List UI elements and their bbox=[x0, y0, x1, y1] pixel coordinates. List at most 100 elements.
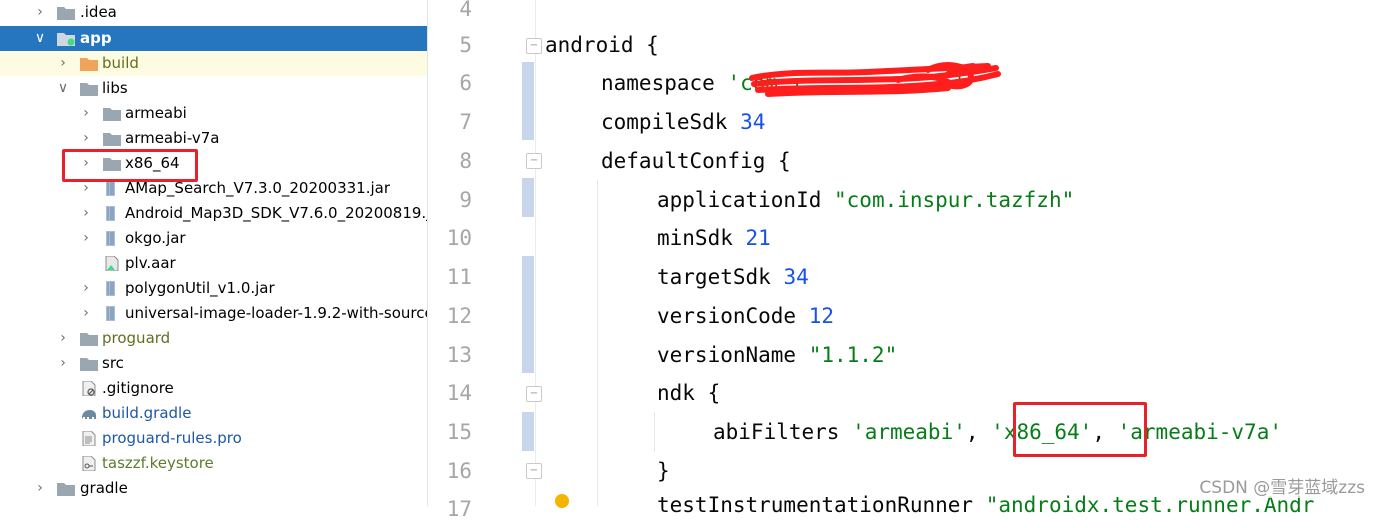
tree-item-app[interactable]: ∨ app bbox=[0, 26, 427, 51]
chevron-down-icon[interactable]: ∨ bbox=[32, 26, 48, 51]
fold-toggle-icon[interactable]: − bbox=[526, 463, 542, 479]
tree-item-keystore[interactable]: taszzf.keystore bbox=[0, 451, 427, 476]
chevron-right-icon[interactable]: › bbox=[78, 226, 94, 251]
code-line-16[interactable]: } bbox=[657, 452, 670, 490]
jar-icon bbox=[106, 231, 115, 246]
chevron-right-icon[interactable]: › bbox=[78, 101, 94, 126]
line-number: 10 bbox=[446, 226, 472, 250]
tree-item-label: src bbox=[102, 354, 124, 372]
tree-item-polygonutil-jar[interactable]: › polygonUtil_v1.0.jar bbox=[0, 276, 427, 301]
highlight-box-x86-filter bbox=[1013, 402, 1147, 457]
jar-icon bbox=[106, 306, 115, 321]
tree-item-build[interactable]: › build bbox=[0, 51, 427, 76]
tree-item-okgo-jar[interactable]: › okgo.jar bbox=[0, 226, 427, 251]
tree-item-armeabi[interactable]: › armeabi bbox=[0, 101, 427, 126]
code-token: namespace bbox=[601, 71, 728, 95]
tree-item-label: armeabi bbox=[125, 104, 187, 122]
code-line-15[interactable]: abiFilters 'armeabi', 'x86_64', 'armeabi… bbox=[713, 413, 1282, 451]
code-token: compileSdk bbox=[601, 110, 741, 134]
tree-item-label: proguard-rules.pro bbox=[102, 429, 242, 447]
highlight-box-x86-folder bbox=[62, 149, 198, 182]
line-number: 9 bbox=[459, 188, 472, 212]
chevron-right-icon[interactable]: › bbox=[32, 0, 48, 25]
tree-item-gitignore[interactable]: .gitignore bbox=[0, 376, 427, 401]
code-token: versionCode bbox=[657, 304, 809, 328]
watermark-text: CSDN @雪芽蓝域zzs bbox=[1197, 473, 1367, 498]
chevron-right-icon[interactable]: › bbox=[78, 201, 94, 226]
orange-folder-icon bbox=[80, 58, 98, 71]
line-number: 14 bbox=[446, 381, 472, 405]
chevron-right-icon[interactable]: › bbox=[78, 276, 94, 301]
chevron-right-icon[interactable]: › bbox=[55, 351, 71, 376]
code-token: } bbox=[657, 459, 670, 483]
code-line-7[interactable]: compileSdk 34 bbox=[601, 103, 765, 141]
folder-icon bbox=[57, 7, 75, 20]
code-token: abiFilters bbox=[713, 420, 853, 444]
line-number: 15 bbox=[446, 420, 472, 444]
line-number: 17 bbox=[446, 497, 472, 521]
tree-item-label: .gitignore bbox=[102, 379, 174, 397]
tree-item-build-gradle[interactable]: build.gradle bbox=[0, 401, 427, 426]
indent-guide bbox=[597, 180, 598, 506]
code-number: 34 bbox=[740, 110, 766, 134]
tree-item-map3d-jar[interactable]: › Android_Map3D_SDK_V7.6.0_20200819.jar bbox=[0, 201, 427, 226]
code-line-5[interactable]: android { bbox=[545, 26, 659, 64]
code-token: applicationId bbox=[657, 188, 835, 212]
code-string: "1.1.2" bbox=[808, 343, 898, 367]
change-marker[interactable] bbox=[522, 412, 534, 451]
fold-toggle-icon[interactable]: − bbox=[526, 38, 542, 54]
tree-item-label: armeabi-v7a bbox=[125, 129, 220, 147]
tree-item-armeabi-v7a[interactable]: › armeabi-v7a bbox=[0, 126, 427, 151]
tree-item-proguard[interactable]: › proguard bbox=[0, 326, 427, 351]
code-token: versionName bbox=[657, 343, 809, 367]
chevron-right-icon[interactable]: › bbox=[55, 326, 71, 351]
aar-file-icon bbox=[105, 256, 119, 271]
tree-item-libs[interactable]: ∨ libs bbox=[0, 76, 427, 101]
line-number: 4 bbox=[459, 0, 472, 21]
tree-item-label: plv.aar bbox=[125, 254, 176, 272]
folder-icon bbox=[80, 333, 98, 346]
code-line-12[interactable]: versionCode 12 bbox=[657, 297, 834, 335]
tree-item-uil-jar[interactable]: › universal-image-loader-1.9.2-with-sour… bbox=[0, 301, 427, 326]
tree-item-plv-aar[interactable]: plv.aar bbox=[0, 251, 427, 276]
code-line-13[interactable]: versionName "1.1.2" bbox=[657, 336, 897, 374]
tree-item-src[interactable]: › src bbox=[0, 351, 427, 376]
chevron-down-icon[interactable]: ∨ bbox=[55, 76, 71, 101]
change-marker[interactable] bbox=[522, 178, 534, 217]
text-file-icon bbox=[82, 431, 96, 446]
tree-item-idea[interactable]: › .idea bbox=[0, 0, 427, 25]
gitignore-file-icon bbox=[82, 381, 96, 396]
line-number: 6 bbox=[459, 71, 472, 95]
code-line-11[interactable]: targetSdk 34 bbox=[657, 258, 809, 296]
tree-item-label: libs bbox=[102, 79, 128, 97]
code-token: , bbox=[965, 420, 992, 444]
fold-toggle-icon[interactable]: − bbox=[526, 386, 542, 402]
code-number: 12 bbox=[808, 304, 835, 328]
chevron-right-icon[interactable]: › bbox=[32, 476, 48, 501]
tree-item-label: taszzf.keystore bbox=[102, 454, 214, 472]
code-line-14[interactable]: ndk { bbox=[657, 374, 720, 412]
tree-item-proguard-rules[interactable]: proguard-rules.pro bbox=[0, 426, 427, 451]
change-marker[interactable] bbox=[522, 62, 534, 140]
code-line-9[interactable]: applicationId "com.inspur.tazfzh" bbox=[657, 181, 1074, 219]
tree-item-gradle[interactable]: › gradle bbox=[0, 476, 427, 501]
line-number: 5 bbox=[459, 33, 472, 57]
chevron-right-icon[interactable]: › bbox=[78, 126, 94, 151]
fold-toggle-icon[interactable]: − bbox=[526, 153, 542, 169]
tree-item-label: .idea bbox=[80, 3, 117, 21]
change-marker[interactable] bbox=[522, 256, 534, 373]
code-string: "com.inspur.tazfzh" bbox=[834, 188, 1075, 212]
code-token: ndk { bbox=[657, 381, 721, 405]
jar-icon bbox=[106, 181, 115, 196]
chevron-right-icon[interactable]: › bbox=[55, 51, 71, 76]
jar-icon bbox=[106, 206, 115, 221]
code-token: android { bbox=[545, 33, 659, 57]
jar-icon bbox=[106, 281, 115, 296]
code-line-10[interactable]: minSdk 21 bbox=[657, 219, 771, 257]
chevron-right-icon[interactable]: › bbox=[78, 301, 94, 326]
folder-icon bbox=[57, 483, 75, 496]
code-line-8[interactable]: defaultConfig { bbox=[601, 142, 791, 180]
folder-icon bbox=[103, 133, 121, 146]
module-folder-icon bbox=[57, 33, 75, 46]
tree-item-label: app bbox=[80, 29, 112, 47]
